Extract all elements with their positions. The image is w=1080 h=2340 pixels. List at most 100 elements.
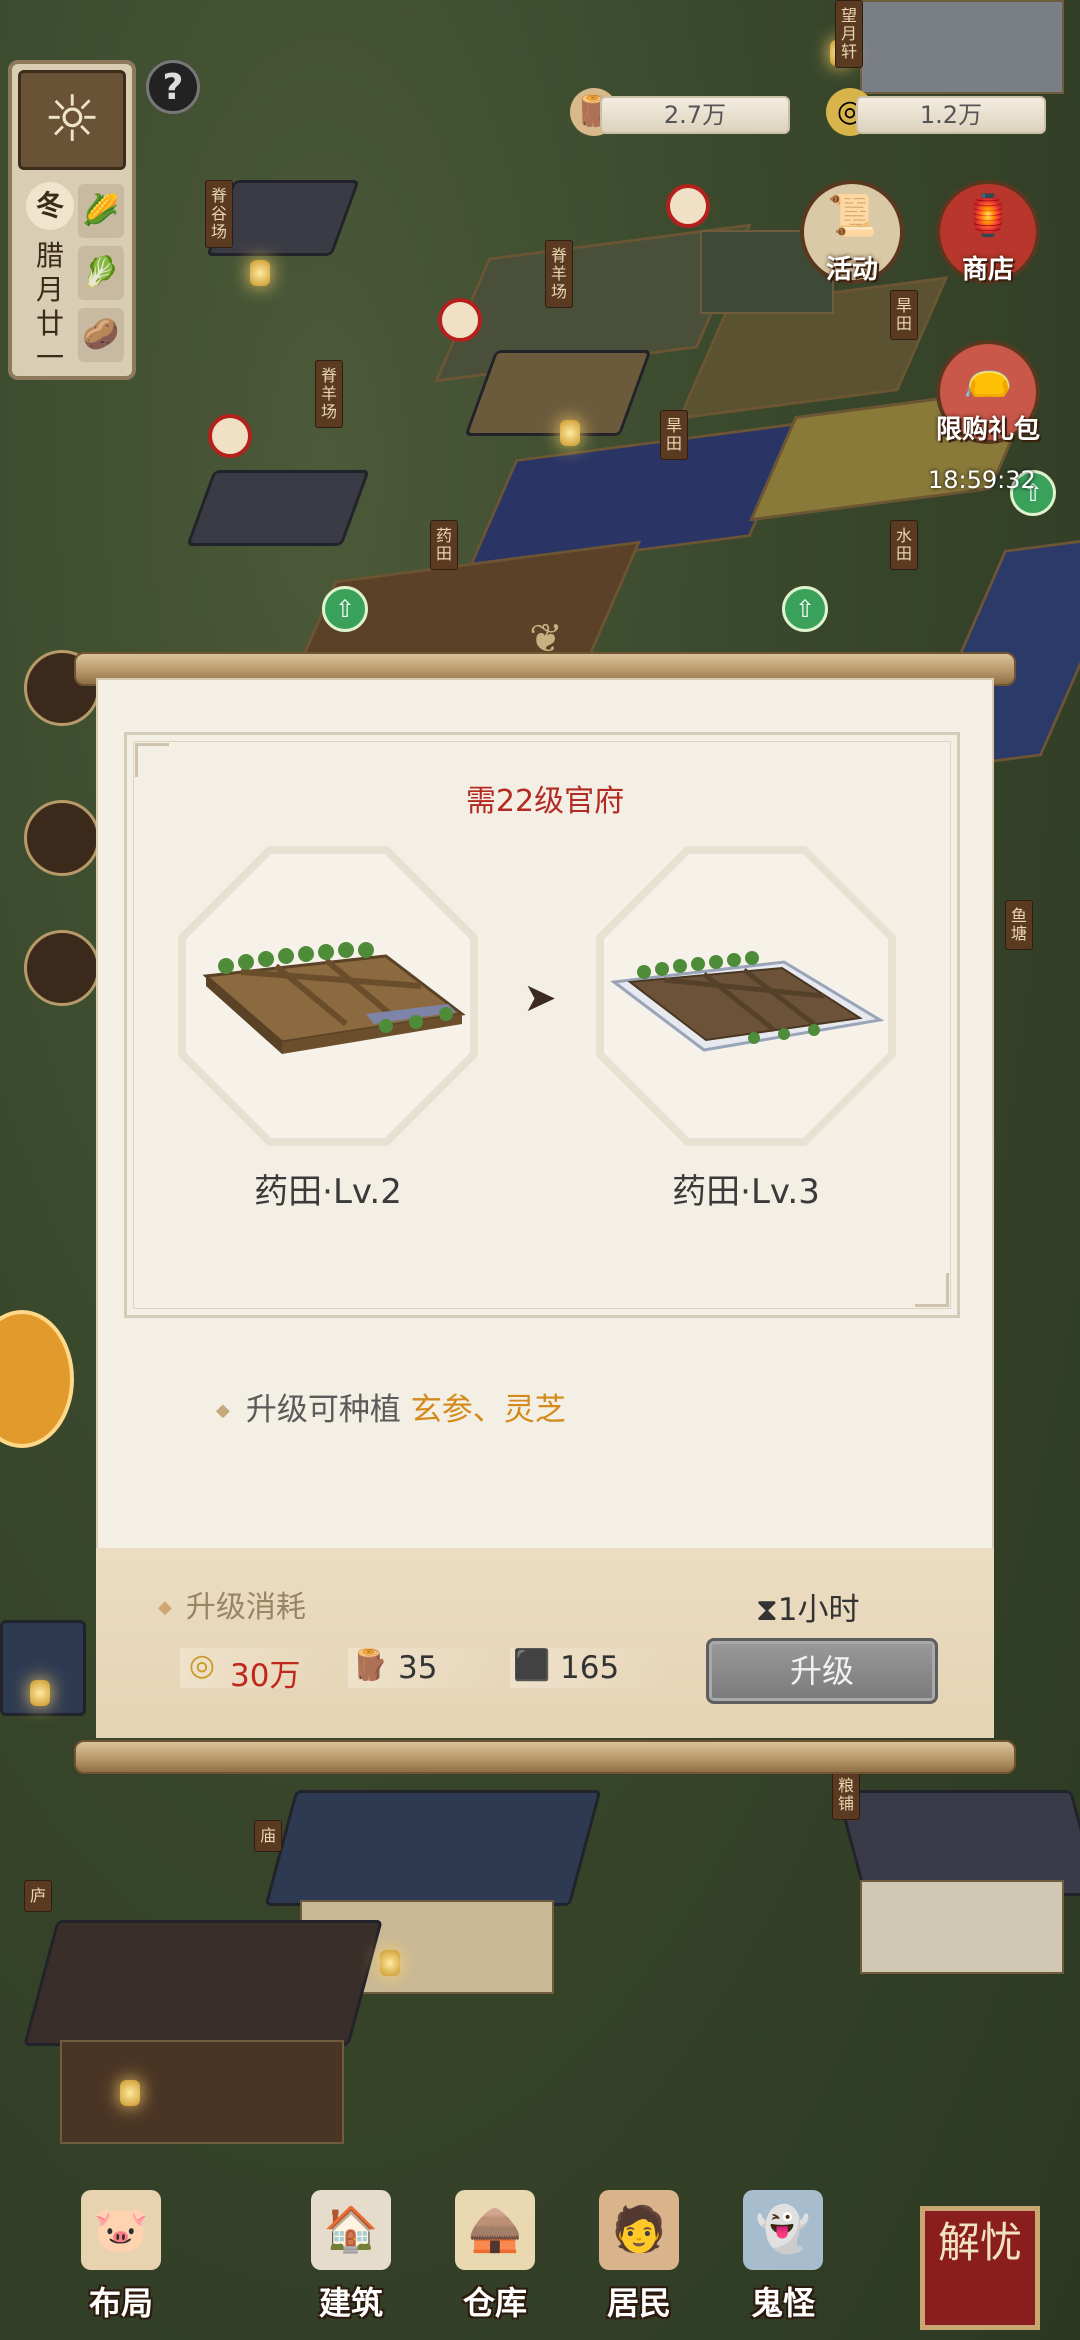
upgrade-available-icon[interactable]: ⇧: [782, 586, 828, 632]
nav-layout[interactable]: 🐷 布局: [56, 2190, 186, 2340]
cost-stone: ⬛ 165: [510, 1648, 670, 1688]
warehouse-icon: 🛖: [455, 2190, 535, 2270]
house-icon: 🏠: [311, 2190, 391, 2270]
nav-layout-label: 布局: [88, 2284, 153, 2322]
shop-label: 商店: [961, 255, 1014, 285]
wood-icon: 🪵: [351, 1648, 389, 1683]
coin-amount[interactable]: 1.2万: [856, 96, 1046, 134]
cabbage-icon: 🥬: [78, 246, 124, 300]
gift-timer: 18:59:32: [928, 466, 1036, 494]
unlock-description: ◆ 升级可种植 玄参、灵芝: [216, 1384, 566, 1429]
cost-wood-value: 35: [398, 1650, 438, 1686]
map-sign[interactable]: 鱼塘: [1005, 900, 1033, 950]
cost-stone-value: 165: [560, 1650, 620, 1686]
upgrade-button[interactable]: 升级: [706, 1638, 938, 1704]
diamond-bullet-icon: ◆: [216, 1400, 230, 1421]
map-sign[interactable]: 脊谷场: [205, 180, 233, 248]
map-sign[interactable]: 庐: [24, 1880, 52, 1912]
map-sign[interactable]: 水田: [890, 520, 918, 570]
map-lamp: [560, 420, 580, 446]
duration: ⧗1小时: [756, 1584, 860, 1629]
unlock-prefix: 升级可种植: [245, 1392, 401, 1428]
cost-title-text: 升级消耗: [185, 1590, 306, 1625]
map-sign[interactable]: 脊羊场: [545, 240, 573, 308]
map-lamp: [380, 1950, 400, 1976]
map-sign[interactable]: 药田: [430, 520, 458, 570]
limited-gift-button[interactable]: 👝 限购礼包: [936, 340, 1040, 445]
map-lamp: [30, 1680, 50, 1706]
hourglass-icon: ⧗: [756, 1592, 778, 1628]
cost-title: ◆ 升级消耗: [158, 1582, 306, 1626]
side-bag-icon[interactable]: [24, 930, 100, 1006]
current-level-frame: [178, 846, 478, 1146]
next-level-label: 药田·Lv.3: [672, 1172, 820, 1212]
map-building: [186, 470, 370, 546]
scroll-bottom-rod: [74, 1740, 1016, 1774]
activity-button[interactable]: 📜 活动: [800, 180, 904, 285]
coin-icon: ◎: [188, 1648, 216, 1683]
bottom-nav: 🐷 布局 🏠 建筑 🛖 仓库 🧑 居民 👻 鬼怪: [0, 2180, 1080, 2340]
cost-section: ◆ 升级消耗 ⧗1小时 ◎ 30万 🪵 35 ⬛ 165 升级: [96, 1548, 994, 1738]
map-lamp: [120, 2080, 140, 2106]
cost-coin: ◎ 30万: [180, 1648, 330, 1694]
map-sign[interactable]: 庙: [254, 1820, 282, 1852]
requirement-text: 需22级官府: [465, 784, 625, 819]
nav-ghost-label: 鬼怪: [750, 2284, 815, 2322]
activity-label: 活动: [825, 255, 878, 285]
nav-build-label: 建筑: [318, 2284, 383, 2322]
nav-residents[interactable]: 🧑 居民: [574, 2190, 704, 2340]
current-level-label: 药田·Lv.2: [254, 1172, 402, 1212]
shop-button[interactable]: 🏮 商店: [936, 180, 1040, 285]
arrow-right-icon: ➤: [523, 975, 557, 1021]
side-event-icon[interactable]: [0, 1310, 74, 1448]
cost-wood: 🪵 35: [348, 1648, 508, 1688]
nav-ghost[interactable]: 👻 鬼怪: [718, 2190, 848, 2340]
layout-icon: 🐷: [81, 2190, 161, 2270]
nav-warehouse[interactable]: 🛖 仓库: [430, 2190, 560, 2340]
map-sign[interactable]: 望月轩: [835, 0, 863, 68]
herb-field-lv2-image: [202, 942, 466, 1054]
map-lamp: [250, 260, 270, 286]
ingot-icon: 🏮: [963, 193, 1013, 239]
map-building: [60, 2040, 344, 2144]
map-sign[interactable]: 脊羊场: [315, 360, 343, 428]
map-sign[interactable]: 旱田: [890, 290, 918, 340]
nav-build[interactable]: 🏠 建筑: [286, 2190, 416, 2340]
no-harvest-icon[interactable]: [438, 298, 482, 342]
season-panel[interactable]: ☼ 冬 腊月廿一 🌽 🥬 🥔: [8, 60, 136, 380]
upgrade-available-icon[interactable]: ⇧: [322, 586, 368, 632]
unlock-crops: 玄参、灵芝: [410, 1392, 566, 1428]
lunar-date: 腊月廿一: [35, 239, 64, 374]
grain-icon: 🥔: [78, 308, 124, 362]
sun-icon: ☼: [18, 70, 126, 170]
corn-icon: 🌽: [78, 184, 124, 238]
map-building: [860, 0, 1064, 94]
map-building: [23, 1920, 383, 2046]
diamond-bullet-icon: ◆: [158, 1597, 172, 1618]
jieyou-seal-button[interactable]: 解忧: [920, 2206, 1040, 2330]
season-label: 冬: [26, 182, 74, 230]
no-harvest-icon[interactable]: [666, 184, 710, 228]
no-harvest-icon[interactable]: [208, 414, 252, 458]
map-sign[interactable]: 旱田: [660, 410, 688, 460]
nav-warehouse-label: 仓库: [462, 2284, 527, 2322]
next-level-frame: [596, 846, 896, 1146]
map-sign[interactable]: 粮铺: [832, 1770, 860, 1820]
wood-amount[interactable]: 2.7万: [600, 96, 790, 134]
map-building: [860, 1880, 1064, 1974]
map-building: [464, 350, 652, 436]
side-book-icon[interactable]: [24, 800, 100, 876]
stone-icon: ⬛: [513, 1648, 551, 1683]
nav-residents-label: 居民: [606, 2284, 671, 2322]
upgrade-dialog: 需22级官府 药田·Lv.2 ➤ 药田·Lv.3 ◆ 升级可种植 玄参、灵芝 ◆…: [96, 678, 994, 1738]
herb-field-lv3-image: [610, 951, 885, 1052]
map-building: [264, 1790, 602, 1906]
resident-icon: 🧑: [599, 2190, 679, 2270]
duration-text: 1小时: [777, 1592, 860, 1628]
cost-coin-value: 30万: [230, 1658, 301, 1694]
knot-icon: ❦: [529, 616, 563, 662]
limited-gift-label: 限购礼包: [935, 415, 1040, 445]
ghost-icon: 👻: [743, 2190, 823, 2270]
gift-bag-icon: 👝: [963, 353, 1013, 399]
help-button[interactable]: ?: [146, 60, 200, 114]
